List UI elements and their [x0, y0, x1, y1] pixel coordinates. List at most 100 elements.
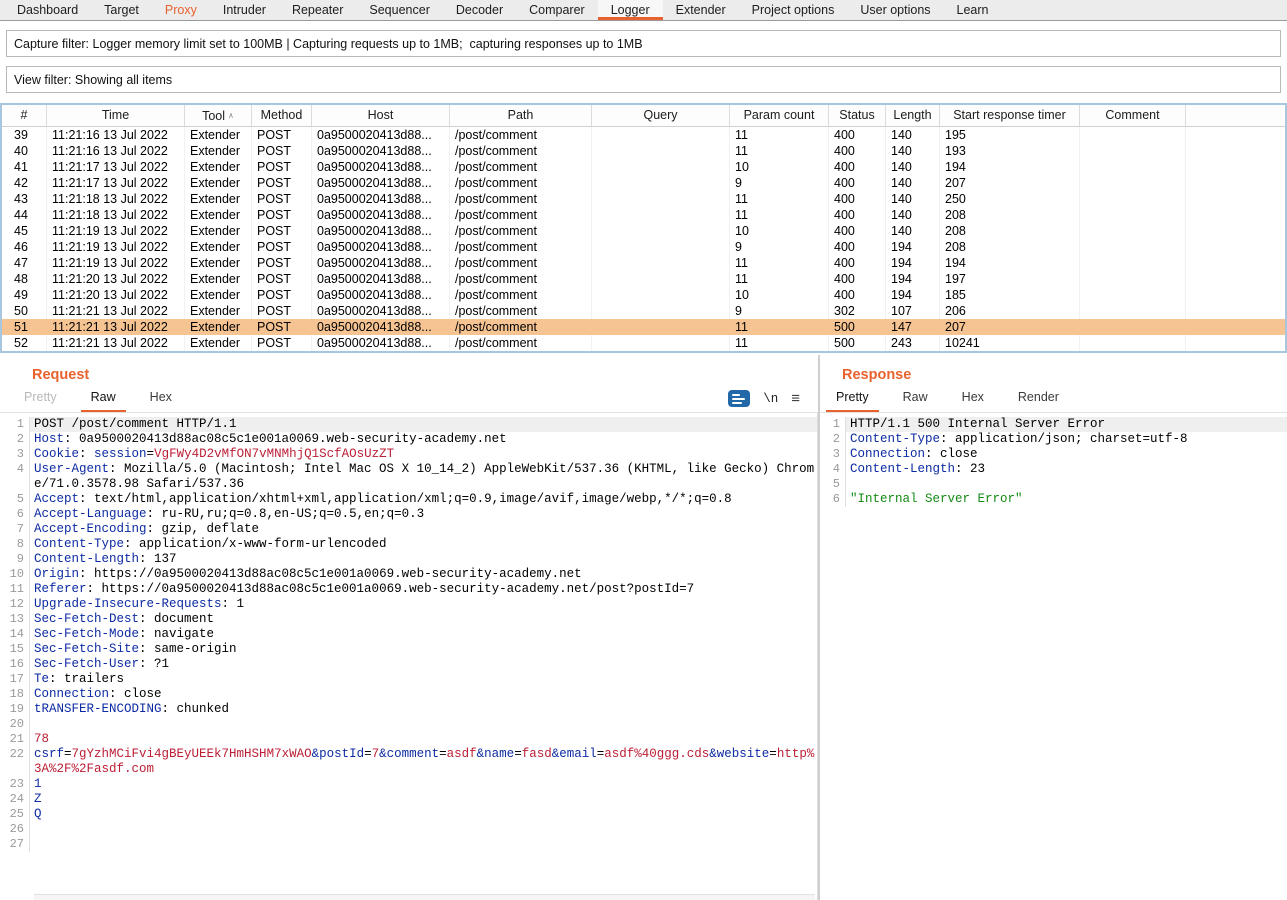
- line-content: tRANSFER-ENCODING: chunked: [30, 702, 817, 717]
- main-tab-extender[interactable]: Extender: [663, 0, 739, 20]
- line-number: 20: [8, 717, 30, 732]
- request-tab-raw[interactable]: Raw: [81, 385, 126, 412]
- column-header-time[interactable]: Time: [47, 105, 185, 126]
- column-header-tool[interactable]: Tool∧: [185, 105, 252, 126]
- capture-filter-text: Capture filter: Logger memory limit set …: [14, 37, 643, 51]
- main-tab-learn[interactable]: Learn: [944, 0, 1002, 20]
- column-header--[interactable]: #: [2, 105, 47, 126]
- main-tab-intruder[interactable]: Intruder: [210, 0, 279, 20]
- line-number: 19: [8, 702, 30, 717]
- log-row-46[interactable]: 4611:21:19 13 Jul 2022ExtenderPOST0a9500…: [2, 239, 1285, 255]
- cell: Extender: [185, 319, 252, 335]
- main-tab-sequencer[interactable]: Sequencer: [356, 0, 442, 20]
- column-header-status[interactable]: Status: [829, 105, 886, 126]
- cell: 400: [829, 207, 886, 223]
- line-content: csrf=7gYzhMCiFvi4gBEyUEEk7HmHSHM7xWAO&po…: [30, 747, 817, 777]
- cell: 0a9500020413d88...: [312, 287, 450, 303]
- horizontal-scrollbar[interactable]: [34, 894, 815, 900]
- response-tab-pretty[interactable]: Pretty: [826, 385, 879, 412]
- cell-filler: [1186, 143, 1285, 159]
- cell: [592, 287, 730, 303]
- cell-filler: [1186, 239, 1285, 255]
- syntax-highlight-icon[interactable]: [728, 390, 750, 407]
- cell: 11: [730, 143, 829, 159]
- editor-line: 14Sec-Fetch-Mode: navigate: [8, 627, 817, 642]
- cell-filler: [1186, 127, 1285, 143]
- cell: 194: [886, 271, 940, 287]
- cell: POST: [252, 303, 312, 319]
- editor-menu-icon[interactable]: ≡: [791, 391, 800, 406]
- main-tab-project-options[interactable]: Project options: [739, 0, 848, 20]
- cell: 0a9500020413d88...: [312, 143, 450, 159]
- response-tabs: Pretty Raw Hex Render: [820, 387, 1287, 413]
- cell: Extender: [185, 223, 252, 239]
- log-row-50[interactable]: 5011:21:21 13 Jul 2022ExtenderPOST0a9500…: [2, 303, 1285, 319]
- cell: 0a9500020413d88...: [312, 239, 450, 255]
- cell: 400: [829, 239, 886, 255]
- response-editor[interactable]: 1HTTP/1.1 500 Internal Server Error2Cont…: [824, 413, 1287, 900]
- line-number: 2: [824, 432, 846, 447]
- column-header-param-count[interactable]: Param count: [730, 105, 829, 126]
- log-row-41[interactable]: 4111:21:17 13 Jul 2022ExtenderPOST0a9500…: [2, 159, 1285, 175]
- column-header-method[interactable]: Method: [252, 105, 312, 126]
- log-row-49[interactable]: 4911:21:20 13 Jul 2022ExtenderPOST0a9500…: [2, 287, 1285, 303]
- log-row-40[interactable]: 4011:21:16 13 Jul 2022ExtenderPOST0a9500…: [2, 143, 1285, 159]
- cell: [1080, 335, 1186, 351]
- cell: [1080, 223, 1186, 239]
- log-row-43[interactable]: 4311:21:18 13 Jul 2022ExtenderPOST0a9500…: [2, 191, 1285, 207]
- capture-filter-bar[interactable]: Capture filter: Logger memory limit set …: [6, 30, 1281, 57]
- view-filter-bar[interactable]: View filter: Showing all items: [6, 66, 1281, 93]
- request-editor[interactable]: 1POST /post/comment HTTP/1.12Host: 0a950…: [8, 413, 818, 900]
- main-tab-logger[interactable]: Logger: [598, 0, 663, 20]
- main-tab-target[interactable]: Target: [91, 0, 152, 20]
- column-header-comment[interactable]: Comment: [1080, 105, 1186, 126]
- column-header-host[interactable]: Host: [312, 105, 450, 126]
- cell: [592, 207, 730, 223]
- request-tab-pretty[interactable]: Pretty: [14, 385, 67, 412]
- line-content: POST /post/comment HTTP/1.1: [30, 417, 817, 432]
- line-number: 5: [8, 492, 30, 507]
- main-tab-decoder[interactable]: Decoder: [443, 0, 516, 20]
- main-tab-dashboard[interactable]: Dashboard: [4, 0, 91, 20]
- log-row-39[interactable]: 3911:21:16 13 Jul 2022ExtenderPOST0a9500…: [2, 127, 1285, 143]
- cell: 11:21:21 13 Jul 2022: [47, 335, 185, 351]
- log-row-44[interactable]: 4411:21:18 13 Jul 2022ExtenderPOST0a9500…: [2, 207, 1285, 223]
- line-number: 11: [8, 582, 30, 597]
- log-row-51[interactable]: 5111:21:21 13 Jul 2022ExtenderPOST0a9500…: [2, 319, 1285, 335]
- column-header-length[interactable]: Length: [886, 105, 940, 126]
- newline-markers-icon[interactable]: \n: [763, 392, 778, 406]
- column-header-path[interactable]: Path: [450, 105, 592, 126]
- cell: POST: [252, 223, 312, 239]
- response-tab-render[interactable]: Render: [1008, 385, 1069, 412]
- cell: /post/comment: [450, 239, 592, 255]
- log-row-47[interactable]: 4711:21:19 13 Jul 2022ExtenderPOST0a9500…: [2, 255, 1285, 271]
- log-row-52[interactable]: 5211:21:21 13 Jul 2022ExtenderPOST0a9500…: [2, 335, 1285, 351]
- column-header-start-response-timer[interactable]: Start response timer: [940, 105, 1080, 126]
- cell: 400: [829, 271, 886, 287]
- log-row-48[interactable]: 4811:21:20 13 Jul 2022ExtenderPOST0a9500…: [2, 271, 1285, 287]
- request-tab-hex[interactable]: Hex: [140, 385, 182, 412]
- line-content: 78: [30, 732, 817, 747]
- main-tab-repeater[interactable]: Repeater: [279, 0, 356, 20]
- response-tab-hex[interactable]: Hex: [952, 385, 994, 412]
- log-row-45[interactable]: 4511:21:19 13 Jul 2022ExtenderPOST0a9500…: [2, 223, 1285, 239]
- line-content: Z: [30, 792, 817, 807]
- cell: 500: [829, 319, 886, 335]
- cell: /post/comment: [450, 191, 592, 207]
- log-row-42[interactable]: 4211:21:17 13 Jul 2022ExtenderPOST0a9500…: [2, 175, 1285, 191]
- cell: /post/comment: [450, 255, 592, 271]
- cell: [1080, 303, 1186, 319]
- cell: [1080, 143, 1186, 159]
- cell: 208: [940, 207, 1080, 223]
- cell: Extender: [185, 207, 252, 223]
- cell: 400: [829, 143, 886, 159]
- line-content: Sec-Fetch-Dest: document: [30, 612, 817, 627]
- main-tab-comparer[interactable]: Comparer: [516, 0, 598, 20]
- main-tab-user-options[interactable]: User options: [847, 0, 943, 20]
- response-tab-raw[interactable]: Raw: [893, 385, 938, 412]
- column-header-query[interactable]: Query: [592, 105, 730, 126]
- main-tab-proxy[interactable]: Proxy: [152, 0, 210, 20]
- cell: POST: [252, 319, 312, 335]
- cell: 11: [730, 127, 829, 143]
- cell: /post/comment: [450, 143, 592, 159]
